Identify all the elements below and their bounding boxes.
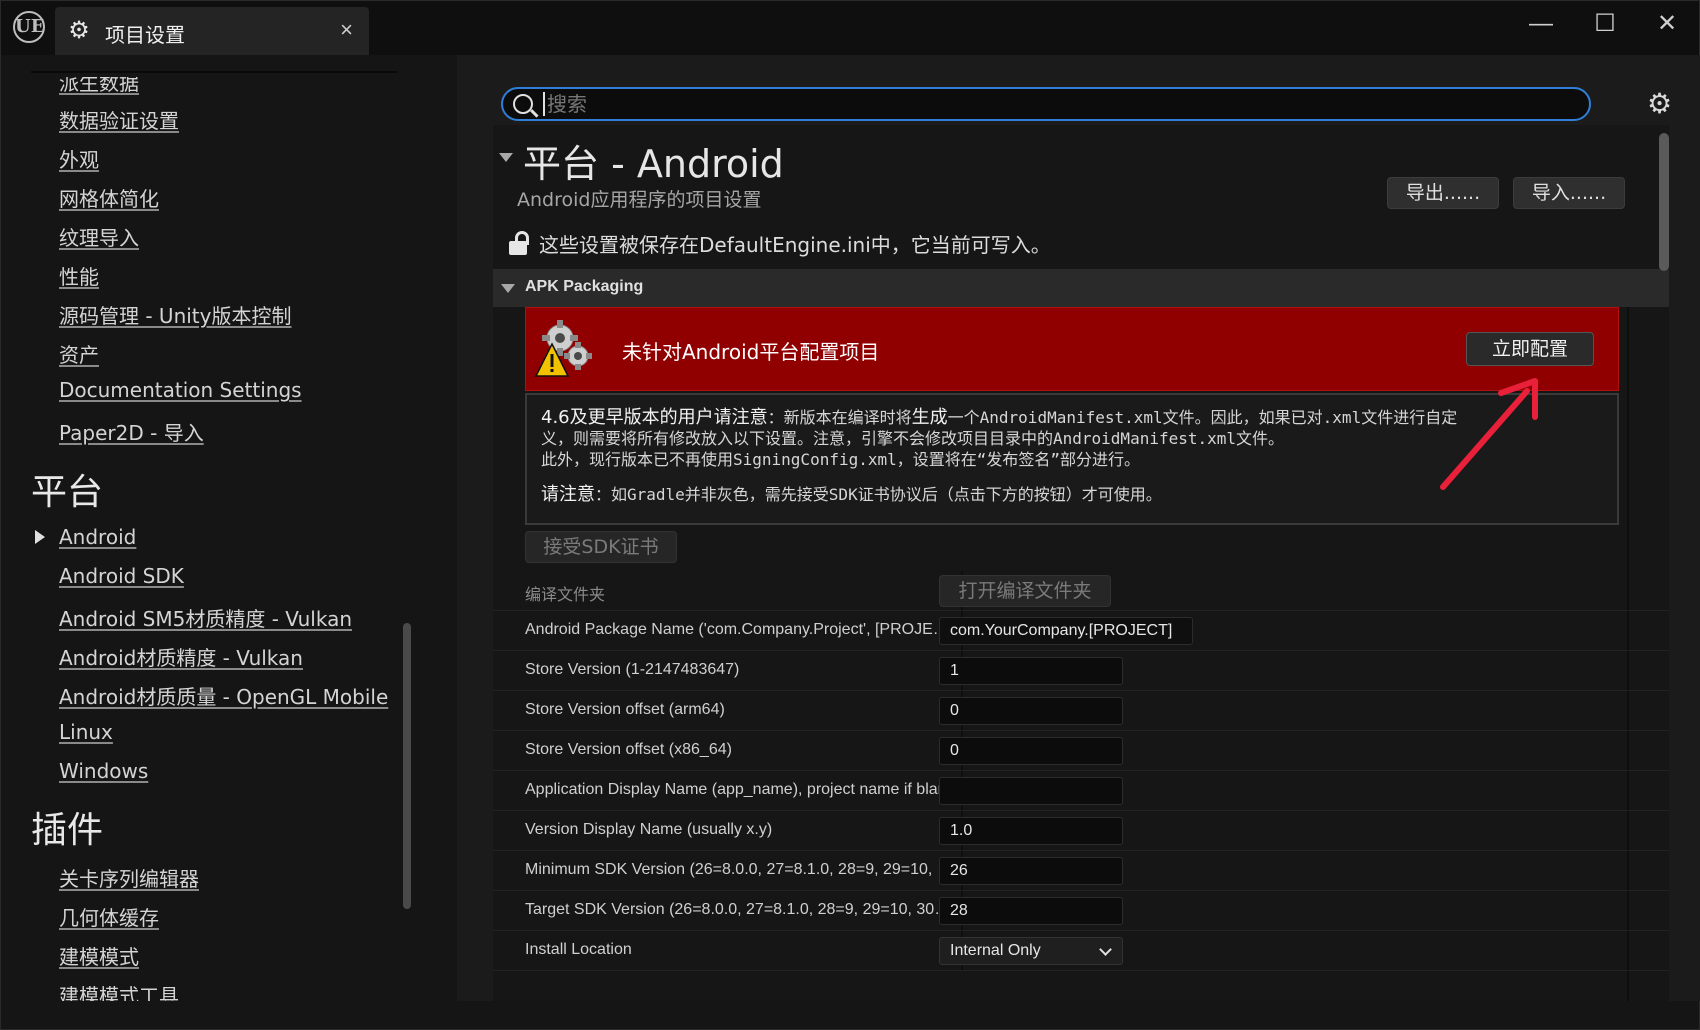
export-button[interactable]: 导出...... — [1387, 177, 1499, 209]
version-display-name-field[interactable]: 1.0 — [939, 817, 1123, 845]
minimize-button[interactable]: — — [1521, 9, 1561, 39]
sidebar-item-android[interactable]: Android — [59, 525, 136, 549]
settings-main-panel: ⚙ 平台 - Android Android应用程序的项目设置 导出......… — [457, 55, 1700, 1001]
maximize-button[interactable]: ☐ — [1585, 9, 1625, 39]
chevron-down-icon — [1099, 943, 1112, 956]
sidebar-header-plugins: 插件 — [31, 810, 104, 851]
property-label: Android Package Name ('com.Company.Proje… — [525, 621, 955, 638]
property-label: Install Location — [525, 941, 632, 958]
store-version-offset-arm64-field[interactable]: 0 — [939, 697, 1123, 725]
sidebar-item-android-material-opengl[interactable]: Android材质质量 - OpenGL Mobile — [59, 681, 388, 710]
gear-puzzle-icon: ⚙ — [68, 17, 90, 44]
notice-lead: 请注意 — [541, 484, 595, 505]
property-row: Minimum SDK Version (26=8.0.0, 27=8.1.0,… — [493, 851, 1669, 891]
sidebar-item-windows[interactable]: Windows — [59, 759, 148, 783]
property-row: Store Version offset (x86_64) 0 — [493, 731, 1669, 771]
sidebar-item-android-sdk[interactable]: Android SDK — [59, 564, 184, 588]
notice-text: 此外，现行版本已不再使用SigningConfig.xml，设置将在“发布签名”… — [541, 450, 1141, 469]
property-label: 编译文件夹 — [525, 587, 606, 604]
config-file-note: 这些设置被保存在DefaultEngine.ini中，它当前可写入。 — [539, 233, 1051, 257]
tab-project-settings[interactable]: ⚙ 项目设置 × — [55, 7, 369, 55]
sidebar-item-android-sm5-vulkan[interactable]: Android SM5材质精度 - Vulkan — [59, 603, 352, 632]
settings-sidebar: 派生数据 数据验证设置 外观 网格体简化 纹理导入 性能 源码管理 - Unit… — [1, 55, 453, 1001]
search-icon — [513, 94, 533, 114]
property-label: Store Version offset (arm64) — [525, 701, 725, 718]
sidebar-item-geometry-cache[interactable]: 几何体缓存 — [59, 902, 159, 931]
project-settings-window: UE ⚙ 项目设置 × — ☐ ✕ 派生数据 数据验证设置 外观 网格体简化 纹… — [0, 0, 1700, 1030]
property-row: Install Location Internal Only — [493, 931, 1669, 971]
store-version-offset-x86-field[interactable]: 0 — [939, 737, 1123, 765]
min-sdk-version-field[interactable]: 26 — [939, 857, 1123, 885]
target-sdk-version-field[interactable]: 28 — [939, 897, 1123, 925]
sidebar-item-documentation-settings[interactable]: Documentation Settings — [59, 378, 302, 402]
store-version-field[interactable]: 1 — [939, 657, 1123, 685]
open-build-folder-button[interactable]: 打开编译文件夹 — [939, 575, 1111, 607]
sidebar-item-texture-import[interactable]: 纹理导入 — [59, 222, 139, 251]
accept-sdk-license-button[interactable]: 接受SDK证书 — [525, 531, 677, 563]
content-scrollbar[interactable] — [1659, 133, 1669, 271]
gear-icon[interactable]: ⚙ — [1647, 87, 1672, 120]
close-window-button[interactable]: ✕ — [1647, 9, 1687, 39]
page-subtitle: Android应用程序的项目设置 — [517, 189, 762, 211]
property-label: Application Display Name (app_name), pro… — [525, 781, 955, 798]
property-label: Version Display Name (usually x.y) — [525, 821, 773, 838]
settings-content: 平台 - Android Android应用程序的项目设置 导出...... 导… — [493, 125, 1669, 1001]
property-row: 编译文件夹 打开编译文件夹 — [493, 571, 1669, 611]
sidebar-item-linux[interactable]: Linux — [59, 720, 113, 744]
collapse-arrow-icon[interactable] — [501, 284, 515, 293]
property-row: Target SDK Version (26=8.0.0, 27=8.1.0, … — [493, 891, 1669, 931]
property-label: Minimum SDK Version (26=8.0.0, 27=8.1.0,… — [525, 861, 955, 878]
notice-emphasis: 生成 — [911, 407, 948, 428]
sidebar-item-modeling-tools[interactable]: 建模模式工具 — [59, 980, 179, 1001]
sidebar-divider — [31, 71, 397, 73]
page-title: 平台 - Android — [523, 142, 784, 186]
sidebar-item-level-sequence-editor[interactable]: 关卡序列编辑器 — [59, 863, 199, 892]
tab-title: 项目设置 — [105, 23, 185, 47]
property-row: Application Display Name (app_name), pro… — [493, 771, 1669, 811]
category-label: APK Packaging — [525, 278, 644, 295]
app-display-name-field[interactable] — [939, 777, 1123, 805]
property-label: Store Version offset (x86_64) — [525, 741, 732, 758]
property-row: Store Version (1-2147483647) 1 — [493, 651, 1669, 691]
sidebar-item-modeling-mode[interactable]: 建模模式 — [59, 941, 139, 970]
package-name-field[interactable]: com.YourCompany.[PROJECT] — [939, 617, 1193, 645]
tab-close-button[interactable]: × — [340, 17, 353, 43]
install-location-dropdown[interactable]: Internal Only — [939, 937, 1123, 965]
search-input[interactable] — [543, 92, 1573, 116]
sidebar-header-platforms: 平台 — [31, 472, 104, 513]
property-row: Version Display Name (usually x.y) 1.0 — [493, 811, 1669, 851]
category-apk-packaging[interactable]: APK Packaging — [493, 269, 1669, 307]
notice-lead: 4.6及更早版本的用户请注意 — [541, 407, 768, 428]
property-row: Store Version offset (arm64) 0 — [493, 691, 1669, 731]
sidebar-item-source-control[interactable]: 源码管理 - Unity版本控制 — [59, 300, 291, 329]
expand-arrow-icon[interactable] — [35, 530, 45, 544]
import-button[interactable]: 导入...... — [1513, 177, 1625, 209]
property-label: Store Version (1-2147483647) — [525, 661, 740, 678]
notice-text: ：如Gradle并非灰色，需先接受SDK证书协议后（点击下方的按钮）才可使用。 — [595, 485, 1162, 504]
unreal-logo-icon[interactable]: UE — [13, 11, 45, 43]
notice-text: ：新版本在编译时将 — [767, 408, 912, 427]
warning-gear-icon — [534, 320, 592, 377]
property-row: Android Package Name ('com.Company.Proje… — [493, 611, 1669, 651]
warning-banner: 未针对Android平台配置项目 立即配置 — [525, 307, 1619, 391]
sidebar-item-assets[interactable]: 资产 — [59, 339, 99, 368]
notice-text: 一个AndroidManifest.xml文件。因此，如果已对.xml文件进行自… — [947, 408, 1458, 427]
sidebar-item-mesh-simplification[interactable]: 网格体简化 — [59, 183, 159, 212]
unlock-icon — [509, 231, 531, 255]
sidebar-item-appearance[interactable]: 外观 — [59, 144, 99, 173]
sidebar-item-performance[interactable]: 性能 — [59, 261, 99, 290]
sidebar-scrollbar[interactable] — [403, 623, 411, 909]
dropdown-value: Internal Only — [950, 942, 1041, 959]
property-label: Target SDK Version (26=8.0.0, 27=8.1.0, … — [525, 901, 955, 918]
warning-text: 未针对Android平台配置项目 — [622, 340, 880, 364]
sidebar-item-paper2d-import[interactable]: Paper2D - 导入 — [59, 417, 204, 446]
sidebar-item-data-validation[interactable]: 数据验证设置 — [59, 105, 179, 134]
notice-text: 义，则需要将所有修改放入以下设置。注意，引擎不会修改项目目录中的AndroidM… — [541, 429, 1285, 448]
notice-box: 4.6及更早版本的用户请注意：新版本在编译时将生成一个AndroidManife… — [525, 393, 1619, 525]
configure-now-button[interactable]: 立即配置 — [1466, 332, 1594, 366]
collapse-arrow-icon[interactable] — [499, 153, 513, 162]
title-bar: UE ⚙ 项目设置 × — ☐ ✕ — [1, 1, 1699, 55]
search-box[interactable] — [501, 87, 1591, 121]
sidebar-item-android-material-vulkan[interactable]: Android材质精度 - Vulkan — [59, 642, 303, 671]
